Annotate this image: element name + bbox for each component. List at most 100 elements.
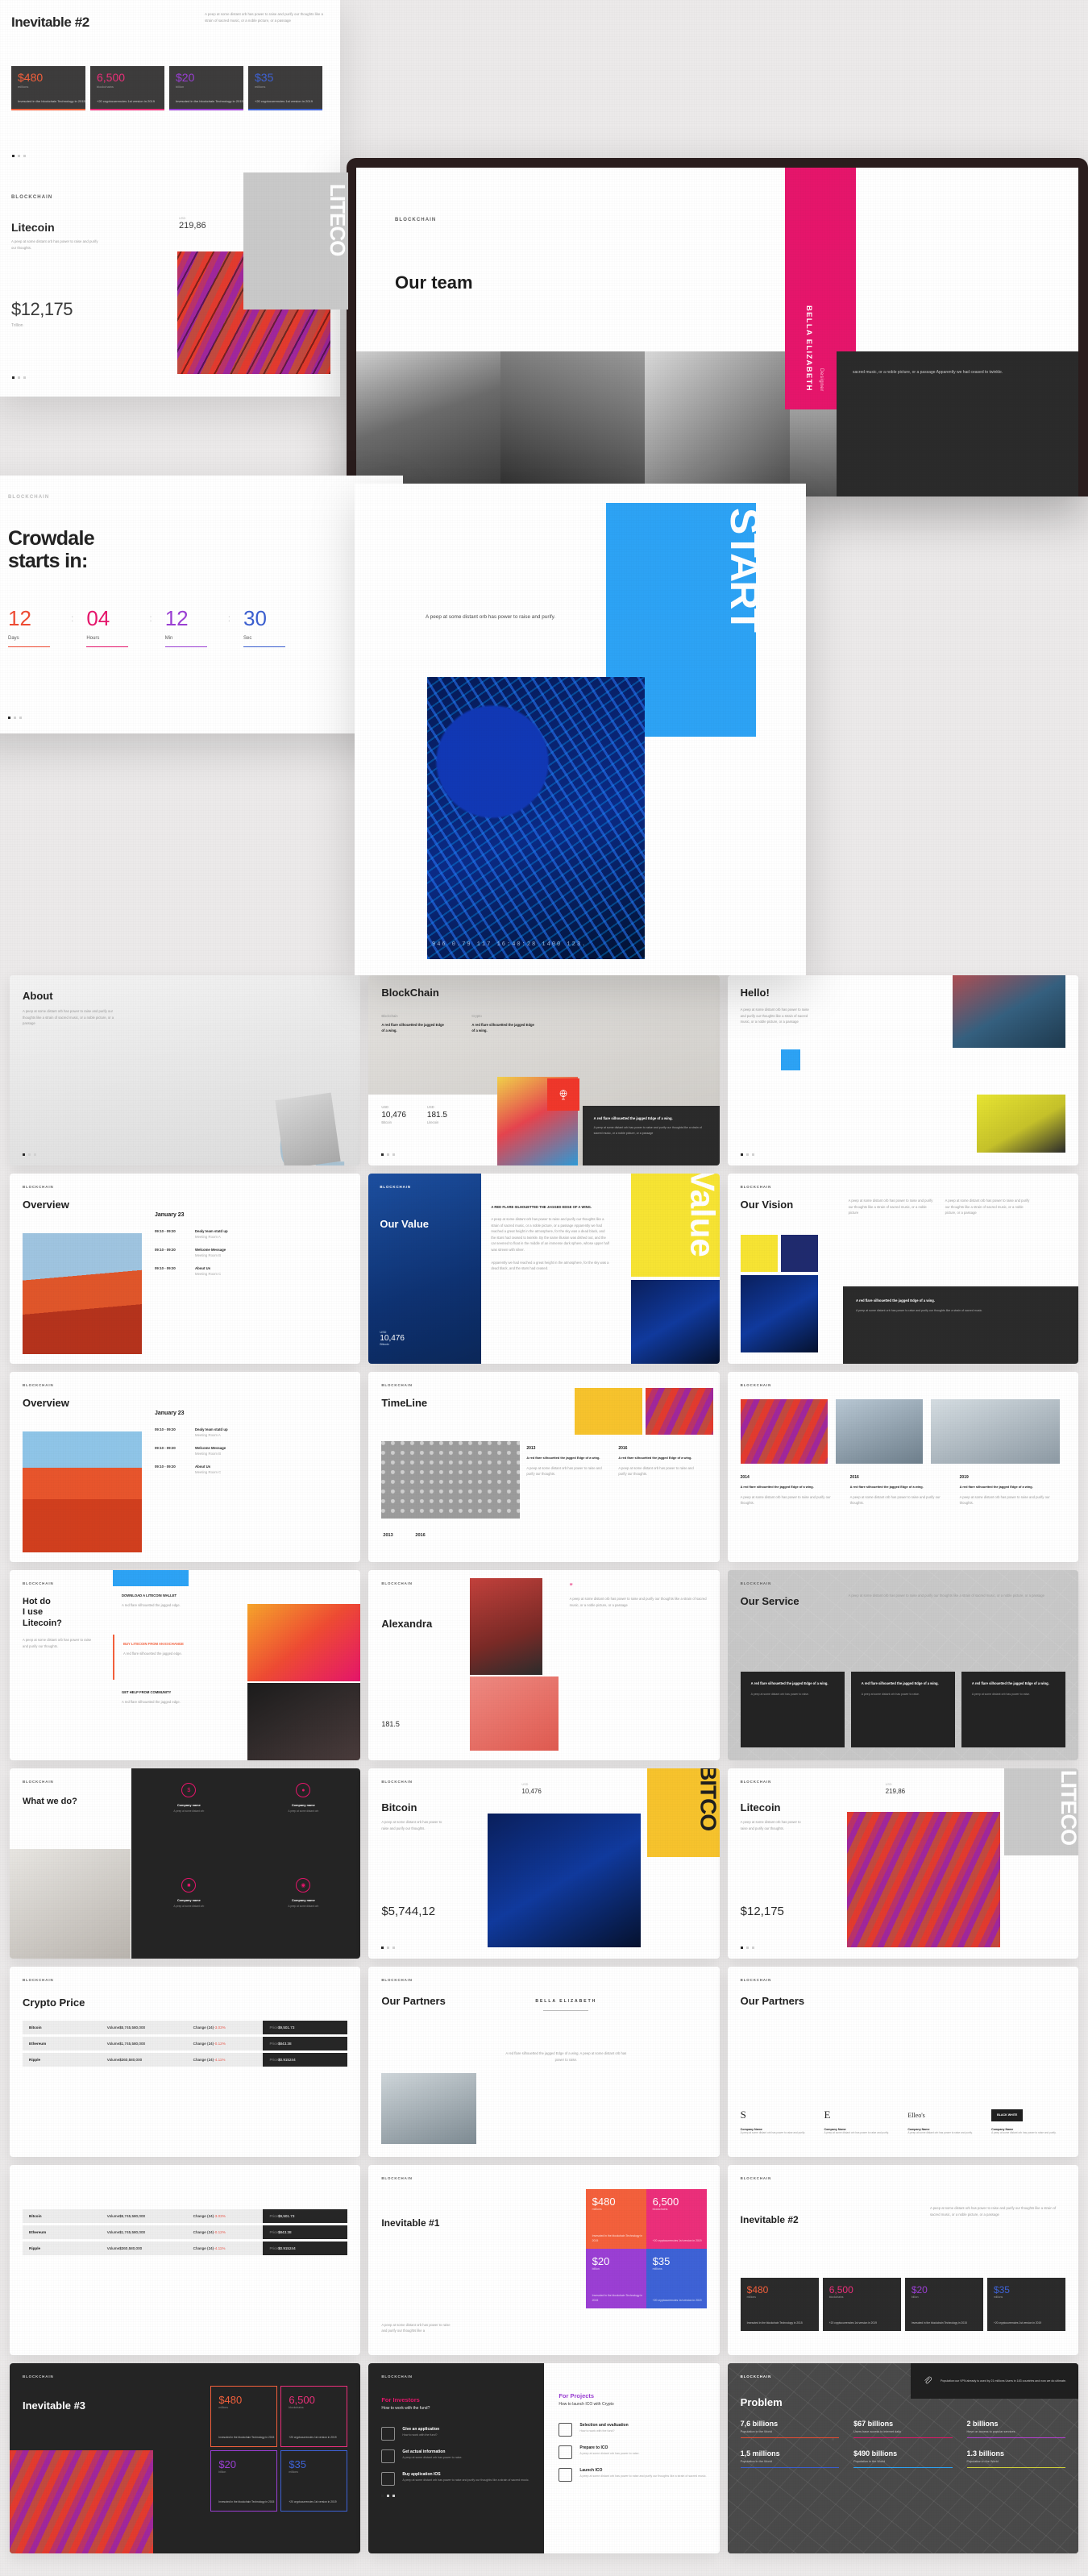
countdown-label: Hours	[86, 636, 100, 641]
dark-head: A red flare silhouetted the jagged Edge …	[593, 1116, 673, 1120]
coin-change: Change (24)-0.12%	[186, 2225, 264, 2239]
slide-timeline[interactable]: BLOCKCHAIN TimeLine 2013 A red flare sil…	[368, 1372, 720, 1562]
slide-pagination[interactable]	[8, 717, 22, 719]
slide-our-team-laptop[interactable]: BLOCKCHAIN Our team BELLA ELIZABETH Desi…	[347, 158, 1088, 497]
slide-our-vision[interactable]: BLOCKCHAIN Our Vision A peep at some dis…	[727, 1174, 1078, 1364]
timeline-body: A peep at some distant orb has power to …	[618, 1465, 694, 1477]
dark-head: A red flare silhouetted the jagged Edge …	[855, 1298, 936, 1303]
hello-photo-2	[976, 1095, 1065, 1153]
table-row[interactable]: Ripple Volume$360,580,000 Change (24)-4.…	[23, 2053, 348, 2067]
table-row[interactable]: Bitcoin Volume$5,745,580,000 Change (24)…	[23, 2021, 348, 2034]
title-line-2: I use	[23, 1607, 44, 1618]
slide-timeline-2[interactable]: BLOCKCHAIN 2014 A red flare silhouetted …	[727, 1372, 1078, 1562]
slide-overview-1[interactable]: BLOCKCHAIN Overview January 23 09:10 - 0…	[10, 1174, 361, 1364]
slide-start[interactable]: A peep at some distant orb has power to …	[355, 484, 806, 975]
alexandra-stat: 181.5	[381, 1720, 400, 1728]
slide-pagination[interactable]	[12, 376, 26, 379]
service-body: A peep at some distant orb has power to …	[848, 1593, 1044, 1598]
slide-crypto-price[interactable]: BLOCKCHAIN Crypto Price Bitcoin Volume$5…	[10, 1967, 361, 2157]
stat-desc: +20 cryptocurrencies 1st version in 2019	[97, 98, 155, 103]
howto-photo-2	[247, 1683, 361, 1760]
overview-photo	[23, 1233, 142, 1354]
slide-inevitable-3[interactable]: BLOCKCHAIN Inevitable #3 $480 millions I…	[10, 2363, 361, 2553]
slide-our-partners-1[interactable]: BLOCKCHAIN Our Partners BELLA ELIZABETH …	[368, 1967, 720, 2157]
stat-label: Population in the World	[740, 2460, 772, 2464]
slide-our-service[interactable]: BLOCKCHAIN Our Service A peep at some di…	[727, 1570, 1078, 1760]
brand-eyebrow: BLOCKCHAIN	[381, 1978, 413, 1982]
stat-desc: Invesoted in the blockchain Technology i…	[218, 2499, 275, 2503]
slide-bitcoin[interactable]: BLOCKCHAIN Bitcoin A peep at some distan…	[368, 1768, 720, 1959]
stat-desc: Invesoted in the blockchain Technology i…	[176, 98, 243, 103]
table-row[interactable]: Ripple Volume$360,580,000 Change (24)-4.…	[23, 2242, 348, 2255]
coin-name: Ripple	[23, 2053, 101, 2067]
slide-how-to-use-litecoin[interactable]: BLOCKCHAIN Hot do I use Litecoin? A peep…	[10, 1570, 361, 1760]
slide-litecoin-hero[interactable]: BLOCKCHAIN Litecoin A peep at some dista…	[0, 172, 350, 397]
volume-value: $360,580,000	[119, 2246, 143, 2250]
stat-rule	[966, 2467, 1065, 2469]
slide-pagination[interactable]	[381, 1153, 396, 1156]
slide-pagination[interactable]	[381, 1947, 396, 1949]
slide-inevitable-1[interactable]: BLOCKCHAIN Inevitable #1 A peep at some …	[368, 2165, 720, 2355]
slide-pagination[interactable]	[12, 155, 26, 157]
agenda-time: 09:10 - 09:30	[155, 1446, 176, 1450]
stat-unit: billion	[911, 2296, 919, 2299]
card-body: A peep at some distant orb has power to …	[971, 1692, 1031, 1696]
litecoin-photo	[846, 1812, 1000, 1947]
card-body: A red flare silhouetted the jagged edge.	[123, 1651, 182, 1656]
chart-icon: ■	[181, 1878, 197, 1893]
partner-item[interactable]: S Company Name A peep at some distant or…	[741, 2102, 815, 2136]
service-desc: A peep at some distant orb	[288, 1905, 319, 1908]
slide-inevitable-2-grid[interactable]: BLOCKCHAIN Inevitable #2 A peep at some …	[727, 2165, 1078, 2355]
stat-value: $20	[592, 2255, 610, 2267]
slide-our-partners-2[interactable]: BLOCKCHAIN Our Partners S Company Name A…	[727, 1967, 1078, 2157]
slide-overview-2[interactable]: BLOCKCHAIN Overview January 23 09:10 - 0…	[10, 1372, 361, 1562]
slide-crowdsale[interactable]: BLOCKCHAIN Crowdale starts in: 12 Days :…	[0, 476, 403, 733]
slide-crypto-price-2[interactable]: Bitcoin Volume$5,745,580,000 Change (24)…	[10, 2165, 361, 2355]
table-row[interactable]: Bitcoin Volume$5,745,580,000 Change (24)…	[23, 2209, 348, 2223]
partner-logo-text: BELLA ELIZABETH	[535, 1999, 597, 2004]
slide-about[interactable]: About A peep at some distant orb has pow…	[10, 975, 361, 1165]
stat-label: Have on access to popular services	[966, 2430, 1015, 2433]
slide-hello[interactable]: Hello! A peep at some distant orb has po…	[727, 975, 1078, 1165]
slide-pagination[interactable]	[740, 1153, 754, 1156]
partner-item[interactable]: Elleo's Company Name A peep at some dist…	[907, 2102, 982, 2136]
vision-photo	[740, 1275, 818, 1352]
value-head: A RED FLARE SILHOUETTED THE JAGGED EDGE …	[491, 1205, 592, 1209]
stat-unit: millions	[746, 2296, 756, 2299]
title-line-2: starts in:	[8, 550, 88, 572]
table-row[interactable]: Ethereum Volume$1,745,580,000 Change (24…	[23, 2225, 348, 2239]
service-label: Company name	[176, 1803, 201, 1807]
note-text: Population:our VPN already is used by 21…	[940, 2379, 1066, 2383]
slide-problem[interactable]: BLOCKCHAIN Problem 7,6 billions Populati…	[727, 2363, 1078, 2553]
litecoin-paragraph: A peep at some distant orb has power to …	[11, 239, 98, 250]
projects-column: For Projects How to launch ICO with Cryp…	[559, 2392, 712, 2491]
step-title: Buy application IOS	[402, 2472, 441, 2477]
slide-pagination[interactable]	[381, 2495, 534, 2497]
col-header-change: Change (24)	[193, 2214, 214, 2218]
timeline-photo-1	[574, 1388, 642, 1435]
slide-pagination[interactable]	[740, 1947, 754, 1949]
usd-value: 219,86	[179, 221, 206, 231]
card-body: A peep at some distant orb has power to …	[861, 1692, 920, 1696]
slide-what-we-do[interactable]: BLOCKCHAIN What we do? $ Company name A …	[10, 1768, 361, 1959]
slide-litecoin-grid[interactable]: BLOCKCHAIN Litecoin A peep at some dista…	[727, 1768, 1078, 1959]
inevitable-3-photo	[10, 2450, 153, 2553]
slide-alexandra[interactable]: BLOCKCHAIN Alexandra 181.5 ” A peep at s…	[368, 1570, 720, 1760]
timeline-head: A red flare silhouetted the jagged Edge …	[618, 1456, 692, 1460]
partner-item[interactable]: BLACK WHITE Company Name A peep at some …	[991, 2102, 1065, 2136]
investor-step: Buy application IOS A peep at some dista…	[381, 2472, 534, 2486]
brand-eyebrow: BLOCKCHAIN	[8, 495, 50, 500]
slide-inevitable-2-hero[interactable]: Inevitable #2 A peep at some distant orb…	[0, 0, 350, 397]
agenda-row: 09:10 - 09:30 Dealy team statd up Meeting…	[155, 1229, 348, 1239]
slide-our-value[interactable]: BLOCKCHAIN Our Value USD 10,476 Bitcoin …	[368, 1174, 720, 1364]
slide-for-investors[interactable]: BLOCKCHAIN For Investors How to work wit…	[368, 2363, 720, 2553]
card-head: GET HELP FROM COMMUNITY	[122, 1690, 172, 1694]
partner-item[interactable]: E Company Name A peep at some distant or…	[824, 2102, 898, 2136]
slide-blockchain[interactable]: BlockChain Blockchain A red flare silhou…	[368, 975, 720, 1165]
table-row[interactable]: Ethereum Volume$1,745,580,000 Change (24…	[23, 2037, 348, 2050]
slide-pagination[interactable]	[23, 1153, 36, 1156]
stat-unit: blockchains	[652, 2208, 668, 2211]
stat-label: Population in the World	[966, 2460, 999, 2464]
coin-name: Bitcoin	[23, 2209, 101, 2223]
coin-name: Bitcoin	[23, 2021, 101, 2034]
